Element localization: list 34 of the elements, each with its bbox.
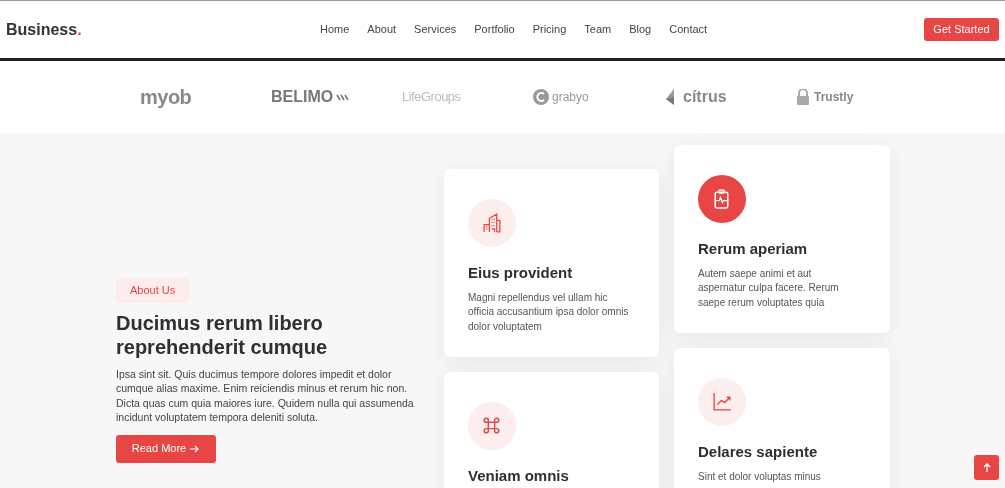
read-more-button[interactable]: Read More xyxy=(116,434,216,463)
client-logo-text: cítrus xyxy=(683,87,727,107)
stripes-logo-icon xyxy=(336,93,350,101)
card-text: Magni repellendus vel ullam hic officia accusantium ipsa dolor omnis dolor voluptatem xyxy=(468,290,630,334)
client-logo-text: Trustly xyxy=(814,89,854,106)
section-badge: About Us xyxy=(116,278,190,303)
card-title: Eius provident xyxy=(468,263,574,283)
nav-link[interactable]: Services xyxy=(406,21,465,38)
card-title: Delares sapiente xyxy=(698,442,819,462)
card-title: Veniam omnis xyxy=(468,466,570,486)
arrow-right-icon xyxy=(190,444,201,453)
section-title: Ducimus rerum libero reprehenderit cumque xyxy=(116,310,329,359)
client-logo-text: grabyo xyxy=(552,89,589,106)
logo-dot: . xyxy=(77,19,82,40)
back-to-top-button[interactable] xyxy=(974,455,999,480)
lock-icon xyxy=(795,89,811,105)
nav-link[interactable]: About xyxy=(359,21,405,38)
card-text: Autem saepe animi et aut aspernatur culpa facere. Rerum saepe rerum voluptates quia xyxy=(698,266,840,310)
client-logo-text: LifeGroups xyxy=(402,88,461,107)
arrow-up-icon xyxy=(982,463,991,472)
nav-link[interactable]: Home xyxy=(312,21,358,38)
nav-link[interactable]: Pricing xyxy=(524,21,575,38)
nav-link[interactable]: Contact xyxy=(661,21,716,38)
client-logo-text: BELIMO xyxy=(271,87,334,107)
client-logo-text: myob xyxy=(140,85,192,110)
circle-logo-icon xyxy=(533,89,549,105)
card-title: Rerum aperiam xyxy=(698,239,809,259)
card-text: Sint et dolor voluptas minus xyxy=(698,469,822,484)
nav-link[interactable]: Blog xyxy=(621,21,660,38)
nav-link[interactable]: Team xyxy=(576,21,620,38)
logo-text[interactable]: Business xyxy=(6,17,78,42)
get-started-button[interactable]: Get Started xyxy=(924,18,999,41)
section-paragraph: Ipsa sint sit. Quis ducimus tempore dolores impedit et dolor cumque alias maxime. Enim reiciendis minus et rerum hic non. Dicta quas cum quia maiores iure. Quidem nulla qui assumenda incidunt voluptatem tempora deleniti soluta. xyxy=(116,366,415,425)
nav-link[interactable]: Portfolio xyxy=(466,21,523,38)
